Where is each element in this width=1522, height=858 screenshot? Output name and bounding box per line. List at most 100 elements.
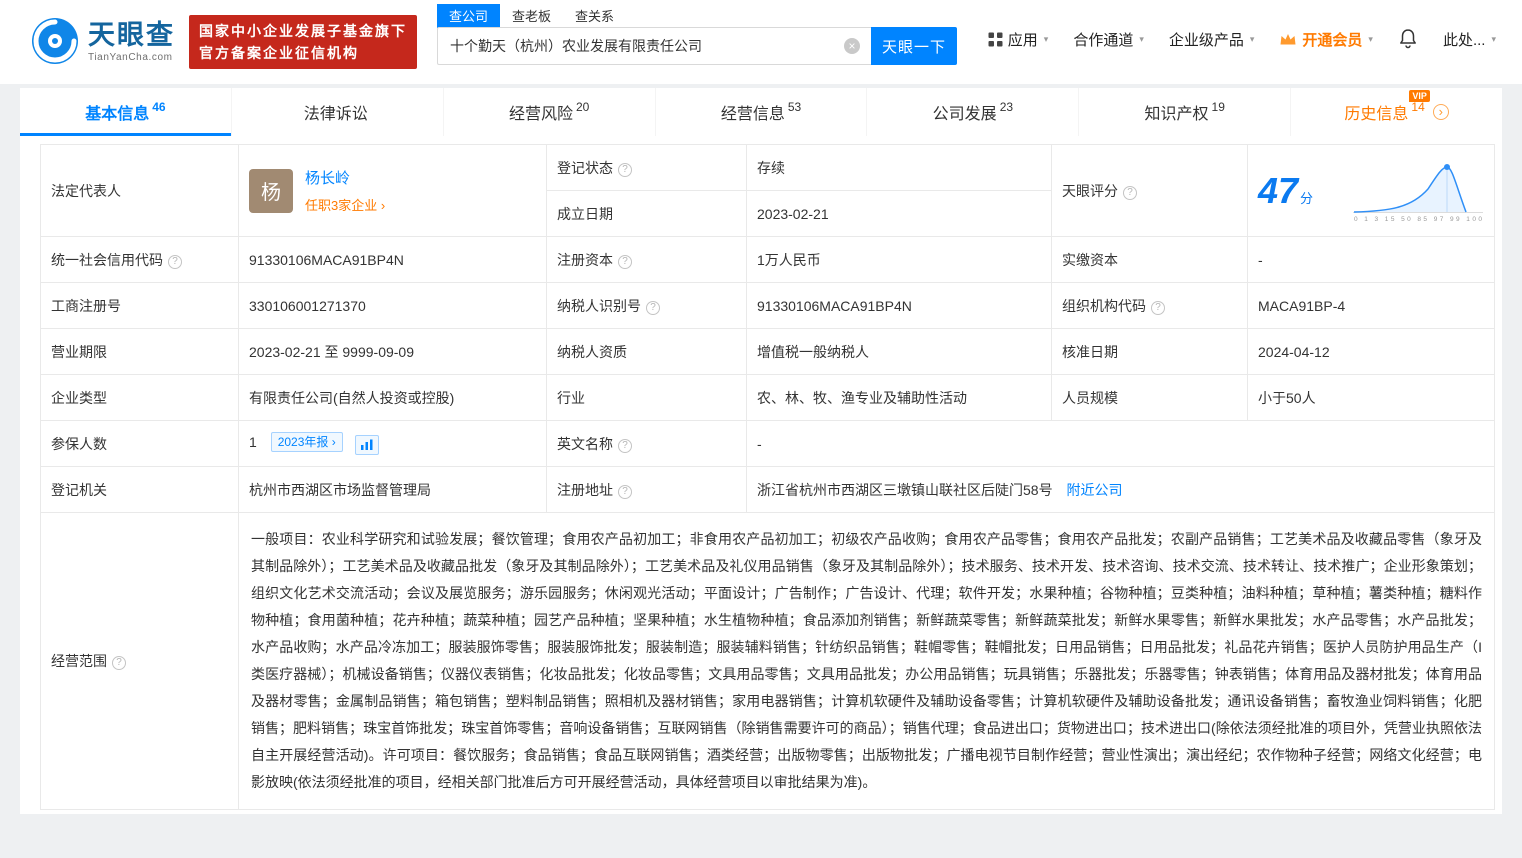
field-label-ent-type: 企业类型 xyxy=(40,374,239,421)
tab-intellectual-property[interactable]: 知识产权 19 xyxy=(1078,88,1290,136)
nav-cooperation-label: 合作通道 xyxy=(1073,31,1134,49)
crown-icon xyxy=(1280,34,1296,45)
tab-business-info-label: 经营信息 xyxy=(720,106,785,123)
tab-business-info[interactable]: 经营信息 53 xyxy=(654,88,867,136)
tab-history-info-count: 14 xyxy=(1411,100,1425,114)
tab-legal-proceedings-label: 法律诉讼 xyxy=(303,106,368,123)
field-value-address: 浙江省杭州市西湖区三墩镇山联社区后陡门58号 附近公司 xyxy=(746,466,1495,513)
nearby-companies-link[interactable]: 附近公司 xyxy=(1066,482,1122,498)
help-icon[interactable]: ? xyxy=(618,162,632,177)
help-icon[interactable]: ? xyxy=(618,484,632,499)
help-icon[interactable]: ? xyxy=(618,438,632,453)
nav-open-vip-label: 开通会员 xyxy=(1302,31,1363,49)
nav-apps-label: 应用 xyxy=(1007,31,1038,49)
tab-history-info[interactable]: 历史信息 VIP 14 › xyxy=(1290,88,1502,136)
help-icon[interactable]: ? xyxy=(618,254,632,269)
chevron-down-icon: ▾ xyxy=(1043,33,1049,44)
field-value-term: 2023-02-21 至 9999-09-09 xyxy=(238,328,547,375)
field-value-est-date: 2023-02-21 xyxy=(746,190,1052,237)
nav-user-menu[interactable]: 此处... ▾ xyxy=(1443,29,1496,50)
help-icon[interactable]: ? xyxy=(646,300,660,315)
legal-rep-avatar[interactable]: 杨 xyxy=(249,168,293,213)
search-tab-relation[interactable]: 查关系 xyxy=(563,4,626,28)
field-value-en-name: - xyxy=(746,420,1495,467)
tab-history-info-label: 历史信息 xyxy=(1344,106,1409,123)
insured-trend-chart-icon[interactable] xyxy=(354,435,379,455)
tab-business-info-count: 53 xyxy=(787,100,802,114)
tab-basic-info-label: 基本信息 xyxy=(85,106,150,123)
field-value-insured: 1 2023年报 › xyxy=(238,420,547,467)
help-icon[interactable]: ? xyxy=(112,656,126,670)
apps-grid-icon xyxy=(988,32,1003,46)
field-value-staff: 小于50人 xyxy=(1247,374,1495,421)
circle-arrow-icon[interactable]: › xyxy=(1432,104,1449,120)
basic-info-table: 法定代表人 杨 杨长岭 任职3家企业 › 登记状态? 存续 天眼评分? 47 分… xyxy=(40,144,1495,810)
score-unit: 分 xyxy=(1300,190,1314,206)
field-label-est-date: 成立日期 xyxy=(546,190,747,237)
field-label-reg-no: 工商注册号 xyxy=(40,282,239,329)
chevron-down-icon: ▾ xyxy=(1139,33,1144,44)
search-button[interactable]: 天眼一下 xyxy=(871,27,957,65)
field-label-authority: 登记机关 xyxy=(40,466,239,513)
nav-notifications[interactable] xyxy=(1398,28,1418,50)
help-icon[interactable]: ? xyxy=(168,254,182,269)
clear-search-icon[interactable]: × xyxy=(844,38,860,54)
field-label-reg-capital: 注册资本? xyxy=(546,236,747,283)
brand-name: 天眼查 xyxy=(88,19,175,50)
tab-company-development[interactable]: 公司发展 23 xyxy=(866,88,1078,136)
certification-badge: 国家中小企业发展子基金旗下 官方备案企业征信机构 xyxy=(189,15,417,69)
nav-user-menu-label: 此处... xyxy=(1442,31,1486,49)
legal-rep-name-link[interactable]: 杨长岭 xyxy=(305,167,385,188)
field-value-reg-no: 330106001271370 xyxy=(238,282,547,329)
search-box: × xyxy=(437,27,871,65)
field-label-term: 营业期限 xyxy=(40,328,239,375)
nav-open-vip[interactable]: 开通会员 ▾ xyxy=(1279,29,1373,50)
bell-icon xyxy=(1400,29,1416,49)
brand-domain: TianYanCha.com xyxy=(88,51,173,63)
legal-rep-companies-link[interactable]: 任职3家企业 › xyxy=(305,195,385,214)
search-input[interactable] xyxy=(437,27,871,65)
top-nav: 应用 ▾ 合作通道 ▾ 企业级产品 ▾ 开通会员 ▾ 此处... ▾ xyxy=(988,28,1496,50)
tianyancha-logo-icon xyxy=(32,18,78,64)
search-tabs: 查公司 查老板 查关系 xyxy=(437,4,957,28)
field-value-credit-code: 91330106MACA91BP4N xyxy=(238,236,547,283)
help-icon[interactable]: ? xyxy=(1123,185,1137,200)
field-label-taxpayer-qual: 纳税人资质 xyxy=(546,328,747,375)
tab-basic-info-count: 46 xyxy=(152,100,166,114)
logo-text: 天眼查 TianYanCha.com xyxy=(88,20,175,63)
tianyancha-logo[interactable]: 天眼查 TianYanCha.com xyxy=(30,16,175,66)
tab-operating-risk-count: 20 xyxy=(575,100,590,114)
help-icon[interactable]: ? xyxy=(1151,300,1165,315)
field-label-en-name: 英文名称? xyxy=(546,420,747,467)
field-label-tyc-score: 天眼评分? xyxy=(1051,144,1248,237)
annual-report-tag[interactable]: 2023年报 › xyxy=(270,432,343,452)
tab-intellectual-property-count: 19 xyxy=(1211,100,1225,114)
tab-operating-risk[interactable]: 经营风险 20 xyxy=(442,88,655,136)
nav-cooperation[interactable]: 合作通道 ▾ xyxy=(1073,29,1144,50)
chevron-down-icon: ▾ xyxy=(1491,33,1496,44)
field-value-authority: 杭州市西湖区市场监督管理局 xyxy=(238,466,547,513)
field-label-taxpayer-id: 纳税人识别号? xyxy=(546,282,747,329)
field-label-credit-code: 统一社会信用代码? xyxy=(40,236,239,283)
nav-enterprise-products[interactable]: 企业级产品 ▾ xyxy=(1169,29,1255,50)
score-value: 47 分 xyxy=(1258,169,1314,211)
search-tab-boss[interactable]: 查老板 xyxy=(500,4,563,28)
field-value-reg-capital: 1万人民币 xyxy=(746,236,1052,283)
field-value-scope: 一般项目：农业科学研究和试验发展；餐饮管理；食用农产品初加工；非食用农产品初加工… xyxy=(238,512,1495,810)
chevron-down-icon: ▾ xyxy=(1249,33,1255,44)
field-value-taxpayer-qual: 增值税一般纳税人 xyxy=(746,328,1052,375)
field-value-tyc-score[interactable]: 47 分 0 1 3 15 50 85 97 99 100 xyxy=(1247,144,1495,237)
nav-apps[interactable]: 应用 ▾ xyxy=(988,29,1049,50)
field-value-legal-rep: 杨 杨长岭 任职3家企业 › xyxy=(238,144,547,237)
search-tab-company[interactable]: 查公司 xyxy=(437,4,501,28)
tab-legal-proceedings[interactable]: 法律诉讼 xyxy=(230,88,443,136)
field-value-org-code: MACA91BP-4 xyxy=(1247,282,1495,329)
field-value-approve-date: 2024-04-12 xyxy=(1247,328,1495,375)
nav-enterprise-label: 企业级产品 xyxy=(1168,31,1244,49)
field-label-approve-date: 核准日期 xyxy=(1051,328,1248,375)
field-label-scope: 经营范围? xyxy=(40,512,239,810)
chevron-down-icon: ▾ xyxy=(1368,33,1373,44)
tab-operating-risk-label: 经营风险 xyxy=(508,106,573,123)
field-value-ent-type: 有限责任公司(自然人投资或控股) xyxy=(238,374,547,421)
tab-basic-info[interactable]: 基本信息 46 xyxy=(20,88,231,136)
